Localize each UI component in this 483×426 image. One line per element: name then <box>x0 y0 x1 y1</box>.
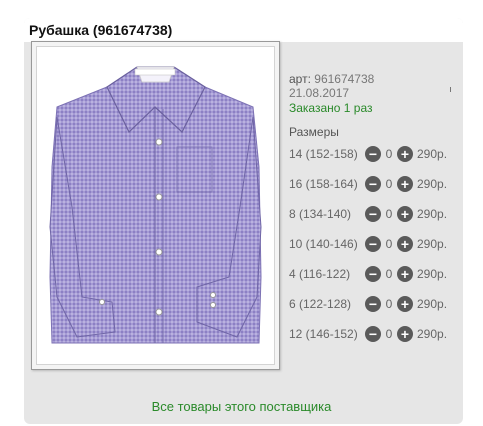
product-title: Рубашка (961674738) <box>29 22 173 38</box>
price-value: 290р. <box>417 147 448 161</box>
plus-icon[interactable]: + <box>397 146 413 162</box>
size-label: 10 (140-146) <box>289 237 358 251</box>
minus-icon[interactable]: − <box>365 266 381 282</box>
minus-icon[interactable]: − <box>365 146 381 162</box>
divider-tick <box>450 87 451 92</box>
size-row: 12 (146-152) − 0 + 290р. <box>289 324 464 344</box>
product-info: арт: 961674738 21.08.2017 Заказано 1 раз… <box>289 72 464 139</box>
shirt-image <box>49 66 262 344</box>
sizes-heading: Размеры <box>289 125 339 139</box>
size-row: 8 (134-140) − 0 + 290р. <box>289 204 464 224</box>
plus-icon[interactable]: + <box>397 176 413 192</box>
size-row: 14 (152-158) − 0 + 290р. <box>289 144 464 164</box>
plus-icon[interactable]: + <box>397 266 413 282</box>
price-value: 290р. <box>417 267 448 281</box>
plus-icon[interactable]: + <box>397 296 413 312</box>
quantity-value: 0 <box>385 327 393 341</box>
quantity-value: 0 <box>385 297 393 311</box>
plus-icon[interactable]: + <box>397 206 413 222</box>
quantity-value: 0 <box>385 267 393 281</box>
minus-icon[interactable]: − <box>365 326 381 342</box>
article-value: 961674738 <box>314 72 375 86</box>
price-value: 290р. <box>417 237 448 251</box>
size-row: 16 (158-164) − 0 + 290р. <box>289 174 464 194</box>
ordered-count: Заказано 1 раз <box>289 101 373 115</box>
minus-icon[interactable]: − <box>365 236 381 252</box>
size-label: 4 (116-122) <box>289 267 351 281</box>
size-row: 10 (140-146) − 0 + 290р. <box>289 234 464 254</box>
quantity-value: 0 <box>385 177 393 191</box>
price-value: 290р. <box>417 297 448 311</box>
price-value: 290р. <box>417 207 448 221</box>
minus-icon[interactable]: − <box>365 206 381 222</box>
quantity-value: 0 <box>385 147 393 161</box>
size-label: 12 (146-152) <box>289 327 358 341</box>
quantity-value: 0 <box>385 237 393 251</box>
size-row: 4 (116-122) − 0 + 290р. <box>289 264 464 284</box>
size-label: 14 (152-158) <box>289 147 358 161</box>
size-row: 6 (122-128) − 0 + 290р. <box>289 294 464 314</box>
quantity-value: 0 <box>385 207 393 221</box>
article-label: арт: <box>289 72 311 86</box>
article-line: арт: 961674738 <box>289 72 464 86</box>
size-label: 8 (134-140) <box>289 207 352 221</box>
product-date: 21.08.2017 <box>289 86 350 100</box>
size-label: 16 (158-164) <box>289 177 358 191</box>
minus-icon[interactable]: − <box>365 176 381 192</box>
size-label: 6 (122-128) <box>289 297 352 311</box>
minus-icon[interactable]: − <box>365 296 381 312</box>
price-value: 290р. <box>417 327 448 341</box>
product-photo[interactable] <box>36 46 275 365</box>
supplier-products-link[interactable]: Все товары этого поставщика <box>0 399 483 414</box>
plus-icon[interactable]: + <box>397 236 413 252</box>
price-value: 290р. <box>417 177 448 191</box>
plus-icon[interactable]: + <box>397 326 413 342</box>
